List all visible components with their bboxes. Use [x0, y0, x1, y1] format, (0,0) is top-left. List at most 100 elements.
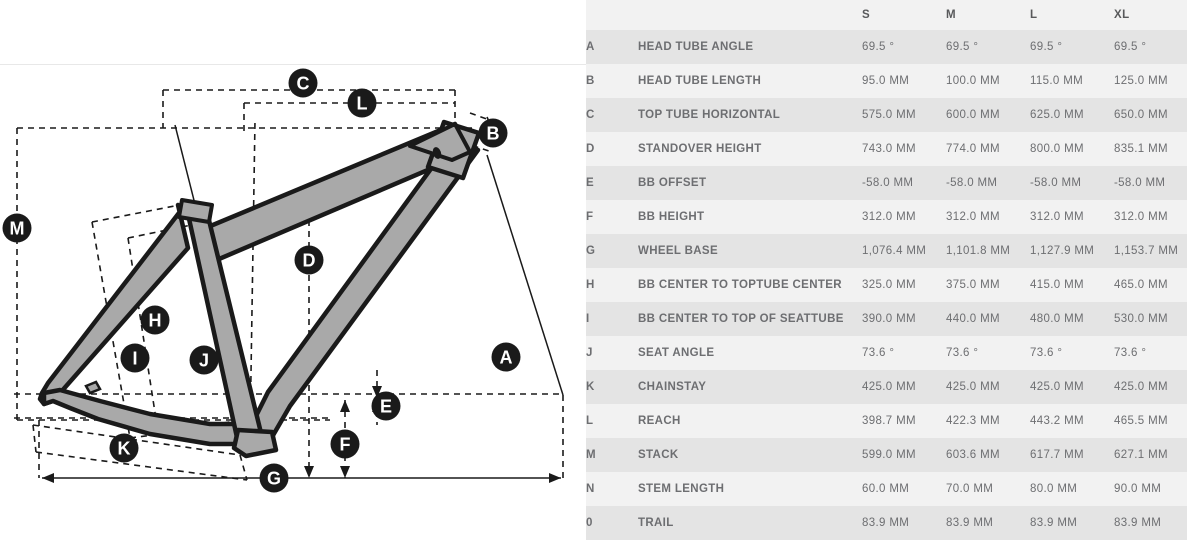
header-letter-col — [586, 0, 638, 30]
row-value-l: 83.9 MM — [1030, 506, 1114, 540]
row-measurement-name: STANDOVER HEIGHT — [638, 132, 862, 166]
row-value-s: 325.0 MM — [862, 268, 946, 302]
geometry-page: ABCDEFGHIJKLM S M L XL A HEAD TUBE ANGLE 6… — [0, 0, 1187, 540]
row-letter: J — [586, 336, 638, 370]
row-value-xl: 1,153.7 MM — [1114, 234, 1187, 268]
row-value-s: -58.0 MM — [862, 166, 946, 200]
marker-label: M — [10, 219, 25, 239]
table-row: M STACK 599.0 MM 603.6 MM 617.7 MM 627.1 MM — [586, 438, 1187, 472]
row-value-s: 743.0 MM — [862, 132, 946, 166]
table-row: B HEAD TUBE LENGTH 95.0 MM 100.0 MM 115.0 MM… — [586, 64, 1187, 98]
frame-geometry-diagram: A B C D E F G HI J K L M — [0, 0, 586, 538]
row-value-l: 80.0 MM — [1030, 472, 1114, 506]
row-letter: D — [586, 132, 638, 166]
row-value-l: 312.0 MM — [1030, 200, 1114, 234]
row-value-m: 83.9 MM — [946, 506, 1030, 540]
row-letter: C — [586, 98, 638, 132]
row-value-xl: 465.0 MM — [1114, 268, 1187, 302]
row-measurement-name: STACK — [638, 438, 862, 472]
row-measurement-name: CHAINSTAY — [638, 370, 862, 404]
row-letter: 0 — [586, 506, 638, 540]
header-size-s: S — [862, 0, 946, 30]
row-letter: F — [586, 200, 638, 234]
row-value-s: 60.0 MM — [862, 472, 946, 506]
marker-label: B — [487, 124, 500, 144]
arrow-g-left — [42, 473, 54, 483]
table-row: I BB CENTER TO TOP OF SEATTUBE 390.0 MM 440… — [586, 302, 1187, 336]
row-letter: N — [586, 472, 638, 506]
row-letter: K — [586, 370, 638, 404]
diagram-marker-b: B — [478, 118, 508, 148]
table-row: H BB CENTER TO TOPTUBE CENTER 325.0 MM 375.… — [586, 268, 1187, 302]
row-value-m: 100.0 MM — [946, 64, 1030, 98]
table-row: D STANDOVER HEIGHT 743.0 MM 774.0 MM 800.0 M… — [586, 132, 1187, 166]
row-value-xl: 69.5 ° — [1114, 30, 1187, 64]
table-row: K CHAINSTAY 425.0 MM 425.0 MM 425.0 MM 425.0 … — [586, 370, 1187, 404]
table-row: E BB OFFSET -58.0 MM -58.0 MM -58.0 MM -58.0 … — [586, 166, 1187, 200]
header-size-xl: XL — [1114, 0, 1187, 30]
seat-collar — [177, 198, 214, 224]
table-row: J SEAT ANGLE 73.6 ° 73.6 ° 73.6 ° 73.6 ° — [586, 336, 1187, 370]
diagram-marker-e: E — [371, 391, 401, 421]
row-value-l: 625.0 MM — [1030, 98, 1114, 132]
row-value-s: 390.0 MM — [862, 302, 946, 336]
marker-label: C — [297, 74, 310, 94]
row-value-xl: 125.0 MM — [1114, 64, 1187, 98]
row-value-xl: 650.0 MM — [1114, 98, 1187, 132]
row-value-xl: 73.6 ° — [1114, 336, 1187, 370]
marker-label: L — [357, 94, 368, 114]
marker-label: F — [340, 435, 351, 455]
geometry-table-panel: S M L XL A HEAD TUBE ANGLE 69.5 ° 69.5 ° 69.… — [586, 0, 1187, 540]
table-row: F BB HEIGHT 312.0 MM 312.0 MM 312.0 MM 312.0 … — [586, 200, 1187, 234]
row-measurement-name: TRAIL — [638, 506, 862, 540]
row-value-l: 443.2 MM — [1030, 404, 1114, 438]
row-value-xl: 530.0 MM — [1114, 302, 1187, 336]
row-value-l: 617.7 MM — [1030, 438, 1114, 472]
row-value-l: 480.0 MM — [1030, 302, 1114, 336]
row-letter: B — [586, 64, 638, 98]
table-body: A HEAD TUBE ANGLE 69.5 ° 69.5 ° 69.5 ° 69.5 °… — [586, 30, 1187, 540]
row-value-m: 375.0 MM — [946, 268, 1030, 302]
marker-label: D — [303, 251, 316, 271]
row-value-m: 600.0 MM — [946, 98, 1030, 132]
table-row: G WHEEL BASE 1,076.4 MM 1,101.8 MM 1,127.9 M… — [586, 234, 1187, 268]
header-measure-col — [638, 0, 862, 30]
arrow-g-right — [549, 473, 561, 483]
row-value-s: 1,076.4 MM — [862, 234, 946, 268]
table-row: N STEM LENGTH 60.0 MM 70.0 MM 80.0 MM 90.0 MM — [586, 472, 1187, 506]
row-value-s: 425.0 MM — [862, 370, 946, 404]
marker-label: K — [118, 439, 131, 459]
row-value-l: 800.0 MM — [1030, 132, 1114, 166]
table-header: S M L XL — [586, 0, 1187, 30]
row-value-m: 440.0 MM — [946, 302, 1030, 336]
row-value-xl: 465.5 MM — [1114, 404, 1187, 438]
table-row: L REACH 398.7 MM 422.3 MM 443.2 MM 465.5 MM — [586, 404, 1187, 438]
row-value-m: 774.0 MM — [946, 132, 1030, 166]
row-letter: I — [586, 302, 638, 336]
row-value-l: 1,127.9 MM — [1030, 234, 1114, 268]
row-value-l: -58.0 MM — [1030, 166, 1114, 200]
marker-label: G — [267, 469, 281, 489]
arrow-f-top — [340, 400, 350, 412]
row-value-m: 73.6 ° — [946, 336, 1030, 370]
row-value-m: 69.5 ° — [946, 30, 1030, 64]
arrow-f-bottom — [340, 466, 350, 478]
dim-k-bottom — [35, 451, 248, 481]
rear-dropout — [84, 380, 102, 395]
row-measurement-name: HEAD TUBE ANGLE — [638, 30, 862, 64]
row-value-s: 83.9 MM — [862, 506, 946, 540]
row-value-xl: 627.1 MM — [1114, 438, 1187, 472]
row-measurement-name: STEM LENGTH — [638, 472, 862, 506]
row-measurement-name: REACH — [638, 404, 862, 438]
diagram-marker-j: J — [189, 345, 219, 375]
row-value-m: 425.0 MM — [946, 370, 1030, 404]
row-value-s: 95.0 MM — [862, 64, 946, 98]
geometry-table: S M L XL A HEAD TUBE ANGLE 69.5 ° 69.5 ° 69.… — [586, 0, 1187, 540]
row-value-l: 69.5 ° — [1030, 30, 1114, 64]
row-letter: L — [586, 404, 638, 438]
row-measurement-name: BB OFFSET — [638, 166, 862, 200]
row-value-s: 69.5 ° — [862, 30, 946, 64]
row-measurement-name: BB CENTER TO TOPTUBE CENTER — [638, 268, 862, 302]
row-measurement-name: WHEEL BASE — [638, 234, 862, 268]
row-value-m: 1,101.8 MM — [946, 234, 1030, 268]
